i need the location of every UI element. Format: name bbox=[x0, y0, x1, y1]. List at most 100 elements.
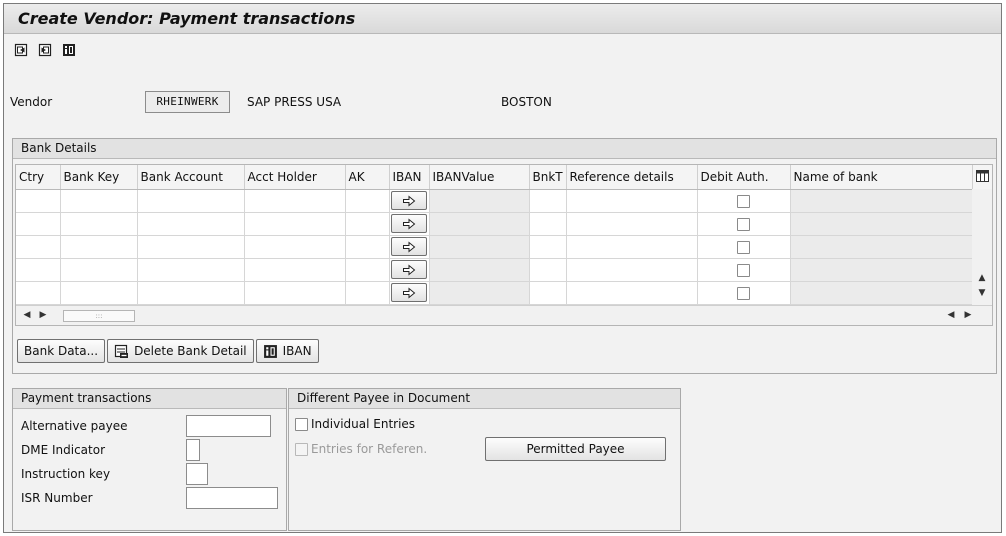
instruction-key-label: Instruction key bbox=[21, 467, 111, 481]
ctry-cell[interactable] bbox=[16, 189, 61, 213]
delete-bank-detail-button[interactable]: Delete Bank Detail bbox=[107, 339, 254, 363]
horizontal-scroll-thumb[interactable]: ::: bbox=[63, 310, 135, 322]
bank-type-cell[interactable] bbox=[529, 212, 567, 236]
column-header-name-of-bank[interactable]: Name of bank bbox=[790, 165, 974, 190]
column-header-debit-auth[interactable]: Debit Auth. bbox=[697, 165, 791, 190]
ak-cell[interactable] bbox=[345, 189, 390, 213]
debit-auth-cell bbox=[697, 235, 791, 259]
ak-cell[interactable] bbox=[345, 281, 390, 305]
iban-detail-button[interactable] bbox=[391, 283, 427, 302]
acct-holder-cell[interactable] bbox=[244, 281, 346, 305]
reference-details-cell[interactable] bbox=[566, 258, 698, 282]
instruction-key-input[interactable] bbox=[186, 463, 208, 485]
individual-entries-option[interactable]: Individual Entries bbox=[295, 417, 415, 431]
bank-key-cell[interactable] bbox=[60, 189, 138, 213]
bank-key-cell[interactable] bbox=[60, 235, 138, 259]
iban-cell bbox=[389, 235, 430, 259]
scroll-right-end-icon[interactable]: ▶ bbox=[963, 310, 973, 320]
different-payee-group: Different Payee in Document Individual E… bbox=[288, 388, 681, 531]
ak-cell[interactable] bbox=[345, 235, 390, 259]
column-header-bank-type[interactable]: BnkT bbox=[529, 165, 567, 190]
bank-data-button[interactable]: Bank Data... bbox=[17, 339, 106, 363]
alternative-payee-input[interactable] bbox=[186, 415, 271, 437]
debit-auth-checkbox[interactable] bbox=[737, 217, 750, 231]
column-header-acct-holder[interactable]: Acct Holder bbox=[244, 165, 346, 190]
payment-transactions-title: Payment transactions bbox=[13, 389, 286, 409]
acct-holder-cell[interactable] bbox=[244, 189, 346, 213]
vendor-label: Vendor bbox=[10, 95, 53, 109]
bank-account-cell[interactable] bbox=[137, 189, 245, 213]
bank-type-cell[interactable] bbox=[529, 258, 567, 282]
iban-value-cell bbox=[429, 258, 530, 282]
scroll-up-icon[interactable]: ▲ bbox=[976, 273, 988, 283]
bank-account-cell[interactable] bbox=[137, 212, 245, 236]
bank-type-cell[interactable] bbox=[529, 189, 567, 213]
next-screen-icon[interactable] bbox=[36, 41, 54, 59]
bank-type-cell[interactable] bbox=[529, 281, 567, 305]
ak-cell[interactable] bbox=[345, 212, 390, 236]
bank-key-cell[interactable] bbox=[60, 281, 138, 305]
bank-key-cell[interactable] bbox=[60, 212, 138, 236]
horizontal-scrollbar[interactable]: ◀ ▶ ::: ◀ ▶ bbox=[16, 305, 992, 325]
column-header-ctry[interactable]: Ctry bbox=[16, 165, 61, 190]
acct-holder-cell[interactable] bbox=[244, 212, 346, 236]
table-header-row: Ctry Bank Key Bank Account Acct Holder A… bbox=[16, 165, 974, 190]
prev-screen-icon[interactable] bbox=[12, 41, 30, 59]
acct-holder-cell[interactable] bbox=[244, 235, 346, 259]
column-header-reference-details[interactable]: Reference details bbox=[566, 165, 698, 190]
column-header-iban-value[interactable]: IBANValue bbox=[429, 165, 530, 190]
permitted-payee-button[interactable]: Permitted Payee bbox=[485, 437, 666, 461]
bank-type-cell[interactable] bbox=[529, 235, 567, 259]
bank-details-table: Ctry Bank Key Bank Account Acct Holder A… bbox=[15, 164, 993, 326]
arrow-right-icon bbox=[403, 240, 416, 253]
isr-number-input[interactable] bbox=[186, 487, 278, 509]
table-settings-icon[interactable] bbox=[976, 170, 989, 182]
iban-detail-button[interactable] bbox=[391, 260, 427, 279]
dme-indicator-input[interactable] bbox=[186, 439, 200, 461]
scroll-down-icon[interactable]: ▼ bbox=[976, 288, 988, 298]
scroll-right-icon[interactable]: ▶ bbox=[38, 310, 48, 320]
ak-cell[interactable] bbox=[345, 258, 390, 282]
iban-value-cell bbox=[429, 235, 530, 259]
ctry-cell[interactable] bbox=[16, 281, 61, 305]
column-header-bank-account[interactable]: Bank Account bbox=[137, 165, 245, 190]
debit-auth-checkbox[interactable] bbox=[737, 194, 750, 208]
iban-cell bbox=[389, 281, 430, 305]
delete-row-icon bbox=[114, 344, 129, 358]
bank-details-title: Bank Details bbox=[13, 139, 996, 159]
column-header-ak[interactable]: AK bbox=[345, 165, 390, 190]
reference-details-cell[interactable] bbox=[566, 212, 698, 236]
different-payee-title: Different Payee in Document bbox=[289, 389, 680, 409]
debit-auth-checkbox[interactable] bbox=[737, 240, 750, 254]
column-header-iban[interactable]: IBAN bbox=[389, 165, 430, 190]
reference-details-cell[interactable] bbox=[566, 281, 698, 305]
iban-detail-button[interactable] bbox=[391, 214, 427, 233]
bank-account-cell[interactable] bbox=[137, 281, 245, 305]
scroll-left-icon[interactable]: ◀ bbox=[22, 310, 32, 320]
debit-auth-checkbox[interactable] bbox=[737, 286, 750, 300]
debit-auth-cell bbox=[697, 189, 791, 213]
name-of-bank-cell bbox=[790, 281, 974, 305]
reference-details-cell[interactable] bbox=[566, 189, 698, 213]
name-of-bank-cell bbox=[790, 258, 974, 282]
reference-details-cell[interactable] bbox=[566, 235, 698, 259]
bank-account-cell[interactable] bbox=[137, 235, 245, 259]
iban-value-cell bbox=[429, 212, 530, 236]
iban-detail-button[interactable] bbox=[391, 237, 427, 256]
column-header-bank-key[interactable]: Bank Key bbox=[60, 165, 138, 190]
iban-detail-button[interactable] bbox=[391, 191, 427, 210]
iban-button[interactable]: IBAN bbox=[255, 339, 319, 363]
bank-account-cell[interactable] bbox=[137, 258, 245, 282]
debit-auth-checkbox[interactable] bbox=[737, 263, 750, 277]
acct-holder-cell[interactable] bbox=[244, 258, 346, 282]
bank-key-cell[interactable] bbox=[60, 258, 138, 282]
info-icon[interactable] bbox=[60, 41, 78, 59]
bank-details-buttons: Bank Data... Delete Bank Detail IBAN bbox=[17, 339, 319, 363]
ctry-cell[interactable] bbox=[16, 258, 61, 282]
scroll-left-end-icon[interactable]: ◀ bbox=[946, 310, 956, 320]
ctry-cell[interactable] bbox=[16, 235, 61, 259]
vertical-scrollbar[interactable]: ▲ ▼ bbox=[972, 189, 992, 305]
permitted-payee-label: Permitted Payee bbox=[526, 442, 625, 456]
individual-entries-checkbox[interactable] bbox=[295, 417, 308, 431]
ctry-cell[interactable] bbox=[16, 212, 61, 236]
